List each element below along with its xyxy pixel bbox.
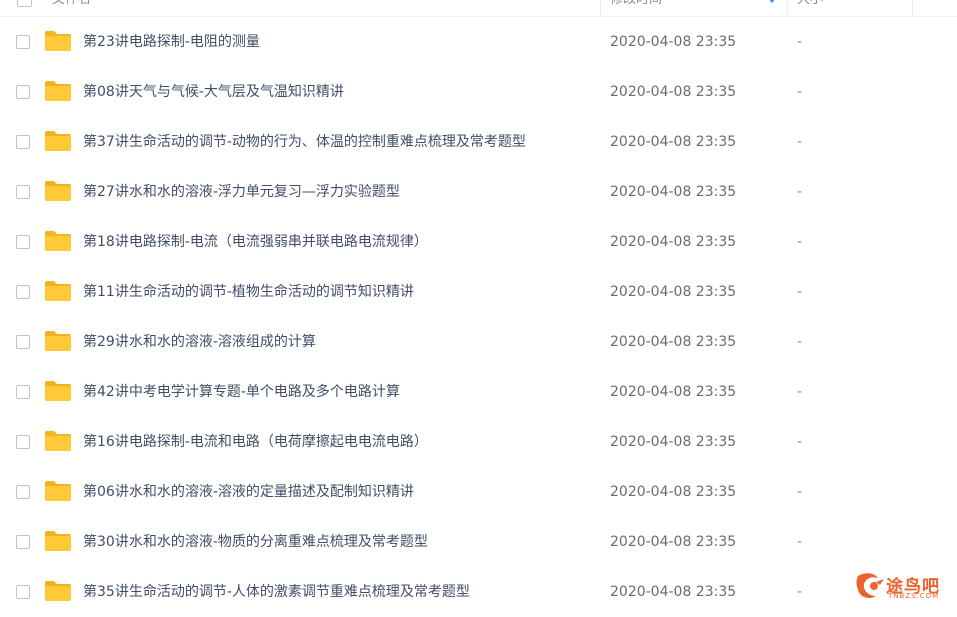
file-size: -	[797, 384, 803, 400]
table-row[interactable]: 第23讲电路探制-电阻的测量 2020-04-08 23:35 -	[0, 17, 957, 67]
modified-time: 2020-04-08 23:35	[610, 384, 737, 400]
folder-icon	[45, 481, 71, 501]
file-name-link[interactable]: 第16讲电路探制-电流和电路（电荷摩擦起电电流电路）	[83, 417, 428, 467]
column-header-mtime[interactable]: 修改时间	[610, 0, 662, 16]
folder-icon	[45, 531, 71, 551]
row-checkbox[interactable]	[16, 135, 30, 149]
row-checkbox[interactable]	[16, 485, 30, 499]
row-checkbox[interactable]	[16, 535, 30, 549]
table-row[interactable]: 第35讲生命活动的调节-人体的激素调节重难点梳理及常考题型 2020-04-08 …	[0, 567, 957, 617]
table-row[interactable]: 第30讲水和水的溶液-物质的分离重难点梳理及常考题型 2020-04-08 23:…	[0, 517, 957, 567]
file-name-link[interactable]: 第23讲电路探制-电阻的测量	[83, 17, 260, 67]
file-size: -	[797, 534, 803, 550]
file-name-link[interactable]: 第18讲电路探制-电流（电流强弱串并联电路电流规律）	[83, 217, 428, 267]
file-size: -	[797, 184, 803, 200]
modified-time: 2020-04-08 23:35	[610, 434, 737, 450]
folder-icon	[45, 331, 71, 351]
site-watermark: 途鸟吧 TNBZS.COM	[854, 570, 954, 604]
file-size: -	[797, 334, 803, 350]
file-size: -	[797, 284, 803, 300]
file-name-link[interactable]: 第42讲中考电学计算专题-单个电路及多个电路计算	[83, 367, 400, 417]
table-row[interactable]: 第18讲电路探制-电流（电流强弱串并联电路电流规律） 2020-04-08 23:…	[0, 217, 957, 267]
table-row[interactable]: 第42讲中考电学计算专题-单个电路及多个电路计算 2020-04-08 23:35…	[0, 367, 957, 417]
file-list: 第23讲电路探制-电阻的测量 2020-04-08 23:35- 第08讲天气与气候…	[0, 17, 957, 617]
file-name-link[interactable]: 第29讲水和水的溶液-溶液组成的计算	[83, 317, 316, 367]
modified-time: 2020-04-08 23:35	[610, 534, 737, 550]
modified-time: 2020-04-08 23:35	[610, 284, 737, 300]
watermark-logo-icon	[856, 573, 884, 598]
row-checkbox[interactable]	[16, 335, 30, 349]
folder-icon	[45, 31, 71, 51]
file-name-link[interactable]: 第08讲天气与气候-大气层及气温知识精讲	[83, 67, 344, 117]
folder-icon	[45, 181, 71, 201]
modified-time: 2020-04-08 23:35	[610, 34, 737, 50]
column-header-name[interactable]: 文件名	[52, 0, 91, 16]
modified-time: 2020-04-08 23:35	[610, 584, 737, 600]
folder-icon	[45, 231, 71, 251]
table-row[interactable]: 第06讲水和水的溶液-溶液的定量描述及配制知识精讲 2020-04-08 23:3…	[0, 467, 957, 517]
modified-time: 2020-04-08 23:35	[610, 134, 737, 150]
file-name-link[interactable]: 第37讲生命活动的调节-动物的行为、体温的控制重难点梳理及常考题型	[83, 117, 526, 167]
select-all-checkbox[interactable]	[17, 0, 32, 7]
folder-icon	[45, 431, 71, 451]
file-size: -	[797, 434, 803, 450]
column-header-size[interactable]: 大小	[797, 0, 823, 16]
file-size: -	[797, 84, 803, 100]
table-row[interactable]: 第27讲水和水的溶液-浮力单元复习—浮力实验题型 2020-04-08 23:35…	[0, 167, 957, 217]
table-row[interactable]: 第11讲生命活动的调节-植物生命活动的调节知识精讲 2020-04-08 23:3…	[0, 267, 957, 317]
file-size: -	[797, 584, 803, 600]
file-name-link[interactable]: 第35讲生命活动的调节-人体的激素调节重难点梳理及常考题型	[83, 567, 470, 617]
modified-time: 2020-04-08 23:35	[610, 84, 737, 100]
row-checkbox[interactable]	[16, 85, 30, 99]
column-divider	[600, 0, 601, 16]
row-checkbox[interactable]	[16, 385, 30, 399]
file-name-link[interactable]: 第06讲水和水的溶液-溶液的定量描述及配制知识精讲	[83, 467, 414, 517]
modified-time: 2020-04-08 23:35	[610, 184, 737, 200]
file-name-link[interactable]: 第27讲水和水的溶液-浮力单元复习—浮力实验题型	[83, 167, 400, 217]
folder-icon	[45, 131, 71, 151]
file-size: -	[797, 484, 803, 500]
table-row[interactable]: 第29讲水和水的溶液-溶液组成的计算 2020-04-08 23:35 -	[0, 317, 957, 367]
modified-time: 2020-04-08 23:35	[610, 484, 737, 500]
file-size: -	[797, 134, 803, 150]
row-checkbox[interactable]	[16, 585, 30, 599]
column-divider	[787, 0, 788, 16]
modified-time: 2020-04-08 23:35	[610, 234, 737, 250]
row-checkbox[interactable]	[16, 235, 30, 249]
row-checkbox[interactable]	[16, 185, 30, 199]
watermark-subtext: TNBZS.COM	[888, 592, 940, 600]
folder-icon	[45, 281, 71, 301]
row-checkbox[interactable]	[16, 285, 30, 299]
row-checkbox[interactable]	[16, 435, 30, 449]
modified-time: 2020-04-08 23:35	[610, 334, 737, 350]
column-divider	[912, 0, 913, 16]
folder-icon	[45, 81, 71, 101]
table-row[interactable]: 第37讲生命活动的调节-动物的行为、体温的控制重难点梳理及常考题型 2020-04…	[0, 117, 957, 167]
table-row[interactable]: 第08讲天气与气候-大气层及气温知识精讲 2020-04-08 23:35 -	[0, 67, 957, 117]
file-size: -	[797, 34, 803, 50]
sort-desc-icon[interactable]	[768, 0, 776, 3]
file-size: -	[797, 234, 803, 250]
file-name-link[interactable]: 第30讲水和水的溶液-物质的分离重难点梳理及常考题型	[83, 517, 428, 567]
folder-icon	[45, 581, 71, 601]
file-list-header: 文件名 修改时间 大小	[0, 0, 957, 17]
folder-icon	[45, 381, 71, 401]
table-row[interactable]: 第16讲电路探制-电流和电路（电荷摩擦起电电流电路） 2020-04-08 23:…	[0, 417, 957, 467]
file-name-link[interactable]: 第11讲生命活动的调节-植物生命活动的调节知识精讲	[83, 267, 414, 317]
row-checkbox[interactable]	[16, 35, 30, 49]
